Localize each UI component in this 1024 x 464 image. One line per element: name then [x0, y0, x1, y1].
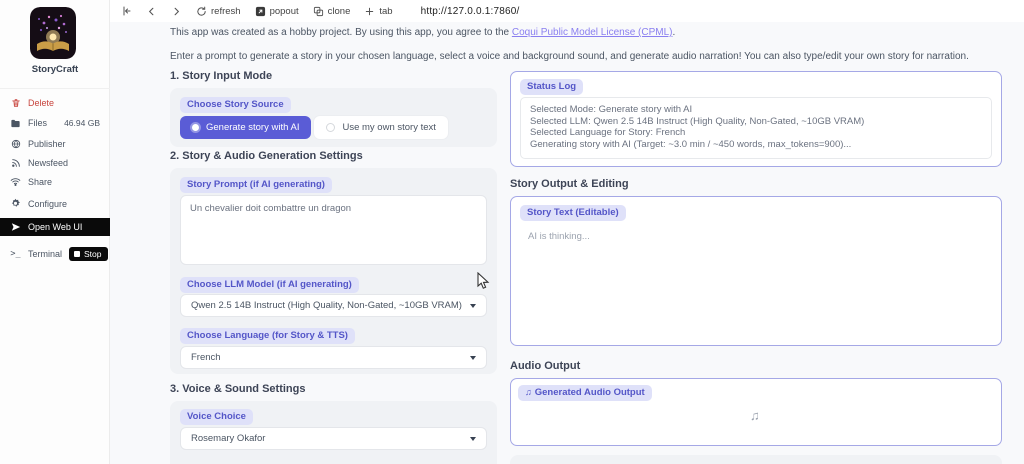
sidebar-item-delete[interactable]: Delete	[0, 93, 110, 112]
story-text-label: Story Text (Editable)	[520, 205, 626, 221]
voice-choice-label: Voice Choice	[180, 409, 253, 425]
story-source-radio-group: Generate story with AI Use my own story …	[180, 116, 448, 139]
status-line: Generating story with AI (Target: ~3.0 m…	[530, 138, 852, 150]
sidebar-item-configure[interactable]: Configure	[0, 194, 110, 213]
section1-title: 1. Story Input Mode	[170, 70, 273, 82]
refresh-label: refresh	[211, 5, 241, 17]
disclaimer-prefix: This app was created as a hobby project.…	[170, 27, 512, 38]
chevron-down-icon	[470, 355, 476, 360]
sidebar-item-files[interactable]: Files 46.94 GB	[0, 112, 110, 134]
generated-audio-label: ♫ Generated Audio Output	[518, 385, 652, 401]
plus-icon	[364, 6, 375, 17]
language-value: French	[191, 352, 221, 363]
status-line: Selected Language for Story: French	[530, 127, 686, 138]
url-field[interactable]: http://127.0.0.1:7860/	[421, 6, 520, 17]
sidebar-menu: Delete Files 46.94 GB Publisher Newsfeed…	[0, 88, 110, 265]
language-label: Choose Language (for Story & TTS)	[180, 328, 355, 344]
sidebar-item-share[interactable]: Share	[0, 172, 110, 191]
gear-icon	[10, 198, 21, 209]
rss-icon	[10, 157, 21, 168]
section2-title: 2. Story & Audio Generation Settings	[170, 150, 363, 162]
sidebar-item-terminal[interactable]: >_ Terminal Stop	[0, 243, 110, 265]
chevron-right-icon	[171, 6, 182, 17]
sidebar-item-open-web-ui[interactable]: Open Web UI	[0, 218, 110, 236]
voice-choice-dropdown[interactable]: Rosemary Okafor	[180, 427, 487, 450]
audio-placeholder-icon: ♫	[750, 408, 760, 423]
sidebar-item-newsfeed[interactable]: Newsfeed	[0, 153, 110, 172]
radio-unselected-dot-icon	[326, 123, 336, 132]
voice-choice-value: Rosemary Okafor	[191, 433, 266, 444]
refresh-icon	[196, 6, 207, 17]
app-window: refresh popout clone tab http://127.0.0.…	[0, 0, 1024, 464]
sidebar-item-label: Open Web UI	[28, 222, 83, 232]
collapse-left-button[interactable]	[120, 5, 132, 17]
chevron-left-icon	[146, 6, 157, 17]
llm-model-dropdown[interactable]: Qwen 2.5 14B Instruct (High Quality, Non…	[180, 294, 487, 317]
new-tab-button[interactable]: tab	[364, 5, 393, 17]
globe-icon	[10, 138, 21, 149]
radio-label: Use my own story text	[342, 122, 436, 133]
story-output-title: Story Output & Editing	[510, 178, 629, 190]
sidebar-item-label: Delete	[28, 97, 55, 108]
radio-label: Generate story with AI	[206, 122, 300, 133]
sidebar-item-label: Files	[28, 118, 48, 128]
section3-title: 3. Voice & Sound Settings	[170, 383, 306, 395]
refresh-button[interactable]: refresh	[196, 6, 241, 17]
chevron-down-icon	[470, 436, 476, 441]
story-prompt-input[interactable]: Un chevalier doit combattre un dragon	[180, 195, 487, 265]
wifi-share-icon	[10, 176, 21, 187]
chevron-down-icon	[470, 303, 476, 308]
next-section-panel-edge	[510, 455, 1002, 464]
status-log-label: Status Log	[520, 79, 584, 95]
sidebar-item-label: Configure	[28, 198, 68, 209]
status-log-output[interactable]: Selected Mode: Generate story with AI Se…	[520, 97, 992, 159]
collapse-left-icon	[120, 5, 132, 17]
terminal-icon: >_	[10, 249, 21, 259]
license-link[interactable]: Coqui Public Model License (CPML)	[512, 27, 673, 38]
status-line: Selected Mode: Generate story with AI	[530, 104, 693, 115]
sidebar-item-label: Share	[28, 176, 53, 187]
radio-use-own-story[interactable]: Use my own story text	[314, 116, 448, 139]
story-source-label: Choose Story Source	[180, 97, 291, 113]
popout-button[interactable]: popout	[255, 6, 299, 17]
status-line: Selected LLM: Qwen 2.5 14B Instruct (Hig…	[530, 115, 865, 127]
llm-model-label: Choose LLM Model (if AI generating)	[180, 277, 359, 293]
stop-button-label: Stop	[84, 249, 102, 259]
stop-square-icon	[74, 251, 81, 257]
sidebar-item-publisher[interactable]: Publisher	[0, 134, 110, 153]
browser-toolbar: refresh popout clone tab http://127.0.0.…	[110, 0, 1024, 22]
stop-button[interactable]: Stop	[69, 247, 108, 261]
language-dropdown[interactable]: French	[180, 346, 487, 369]
popout-icon	[255, 6, 266, 17]
generated-audio-label-text: Generated Audio Output	[534, 387, 645, 398]
sidebar-item-label: Terminal	[28, 249, 63, 259]
app-title: StoryCraft	[31, 64, 79, 75]
radio-selected-dot-icon	[192, 124, 199, 131]
files-size-value: 46.94 GB	[64, 118, 100, 128]
story-prompt-label: Story Prompt (if AI generating)	[180, 177, 332, 193]
disclaimer-suffix: .	[672, 27, 676, 38]
disclaimer-text: This app was created as a hobby project.…	[170, 27, 950, 38]
tab-label: tab	[379, 5, 393, 17]
forward-button[interactable]	[171, 6, 182, 17]
sidebar-item-label: Newsfeed	[28, 157, 69, 168]
llm-model-value: Qwen 2.5 14B Instruct (High Quality, Non…	[191, 300, 462, 311]
intro-text: Enter a prompt to generate a story in yo…	[170, 51, 969, 62]
music-note-icon: ♫	[525, 387, 532, 397]
sidebar-item-label: Publisher	[28, 138, 66, 149]
clone-icon	[313, 6, 324, 17]
app-sidebar: StoryCraft Delete Files 46.94 GB Publish	[0, 0, 110, 464]
radio-generate-story-ai[interactable]: Generate story with AI	[180, 116, 312, 139]
storycraft-logo	[30, 7, 76, 59]
clone-label: clone	[327, 5, 351, 17]
trash-icon	[10, 97, 21, 108]
paper-plane-icon	[10, 222, 21, 233]
popout-label: popout	[269, 5, 299, 17]
clone-button[interactable]: clone	[313, 5, 351, 17]
folder-icon	[10, 118, 21, 129]
story-text-input[interactable]: AI is thinking...	[519, 224, 993, 338]
back-button[interactable]	[146, 6, 157, 17]
audio-output-title: Audio Output	[510, 360, 581, 372]
